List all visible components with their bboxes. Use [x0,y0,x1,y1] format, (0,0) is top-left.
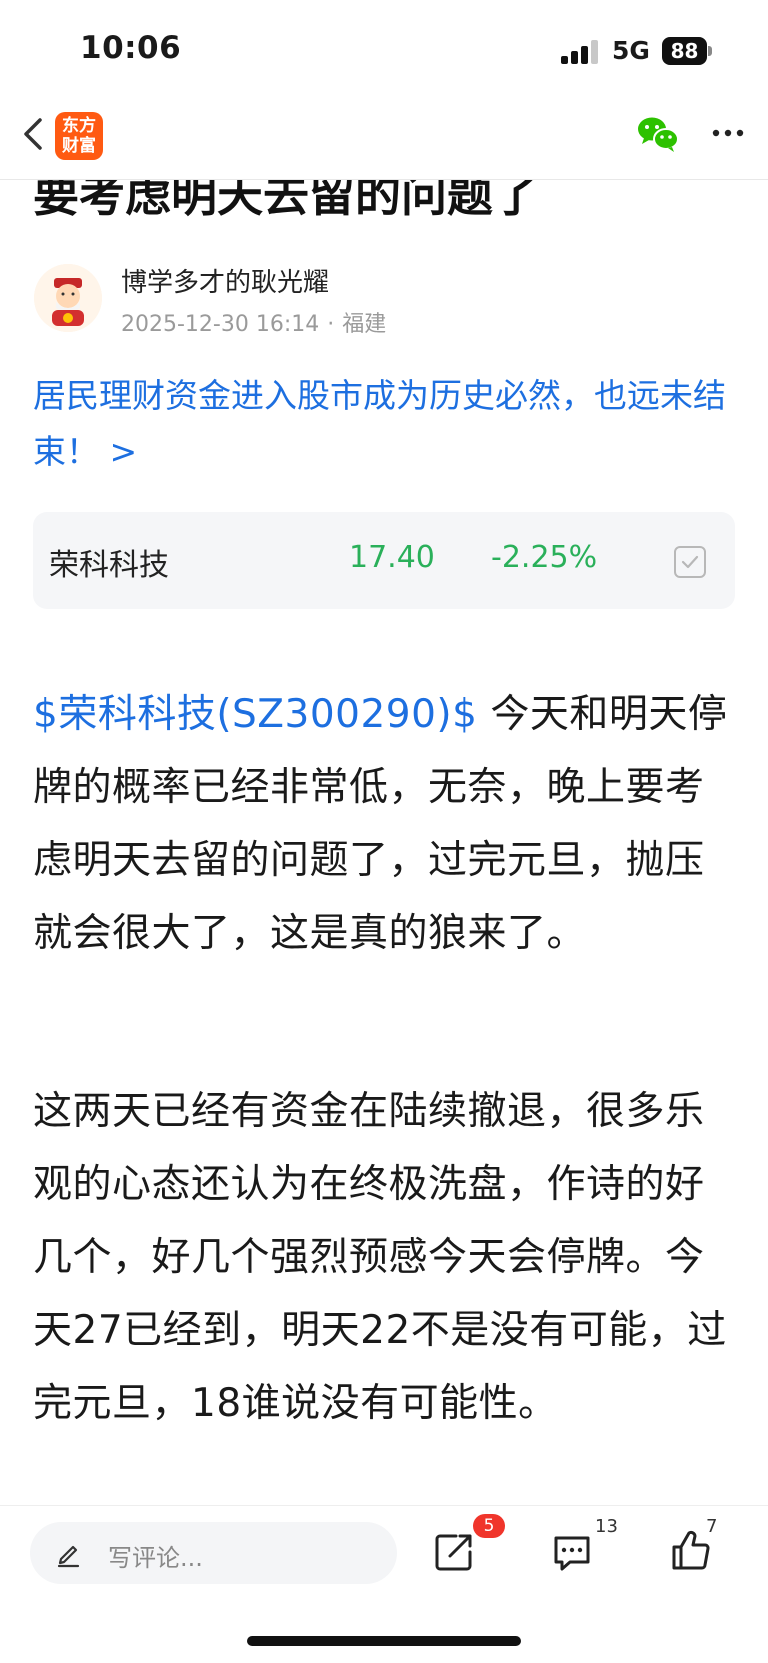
stock-price: 17.40 [349,540,435,575]
post-paragraph-1: $荣科科技(SZ300290)$ 今天和明天停牌的概率已经非常低，无奈，晚上要考… [33,678,738,970]
author-name[interactable]: 博学多才的耿光耀 [121,262,329,299]
comment-icon[interactable] [550,1530,594,1574]
signal-icon [561,40,601,64]
post-date: 2025-12-30 16:14 [121,312,320,337]
post-location: 福建 [342,312,387,337]
logo-line2: 财富 [62,136,96,156]
comment-input[interactable]: 写评论... [30,1522,397,1584]
comment-count: 13 [595,1516,618,1537]
stock-change: -2.25% [491,540,598,575]
battery-icon: 88 [662,37,712,65]
avatar[interactable] [34,264,102,332]
pen-icon [54,1538,84,1568]
bottom-action-bar: 写评论... 5 13 7 [0,1505,768,1663]
share-icon[interactable] [432,1530,476,1574]
checkbox-icon[interactable] [674,546,706,578]
like-count: 7 [706,1516,718,1537]
logo-line1: 东方 [62,116,96,136]
more-icon[interactable] [708,118,748,148]
stock-name: 荣科科技 [49,548,169,583]
wechat-icon[interactable] [636,114,680,154]
author-meta: 2025-12-30 16:14 · 福建 [121,306,386,338]
stock-card[interactable]: 荣科科技 17.40 -2.25% [33,512,735,609]
battery-level: 88 [662,37,707,65]
app-logo[interactable]: 东方 财富 [55,112,103,160]
meta-separator: · [327,312,335,337]
status-bar: 10:06 5G 88 [0,0,768,100]
stock-tag-link[interactable]: $荣科科技(SZ300290)$ [33,692,477,737]
share-count-badge: 5 [473,1514,505,1538]
network-type: 5G [612,36,650,65]
topic-link[interactable]: 居民理财资金进入股市成为历史必然，也远未结束！ > [33,368,738,480]
nav-bar: 东方 财富 [0,100,768,180]
home-indicator[interactable] [247,1636,521,1646]
post-paragraph-2: 这两天已经有资金在陆续撤退，很多乐观的心态还认为在终极洗盘，作诗的好几个，好几个… [33,1089,727,1426]
status-time: 10:06 [80,30,182,66]
chevron-left-icon[interactable] [16,114,52,154]
comment-placeholder: 写评论... [108,1544,203,1572]
